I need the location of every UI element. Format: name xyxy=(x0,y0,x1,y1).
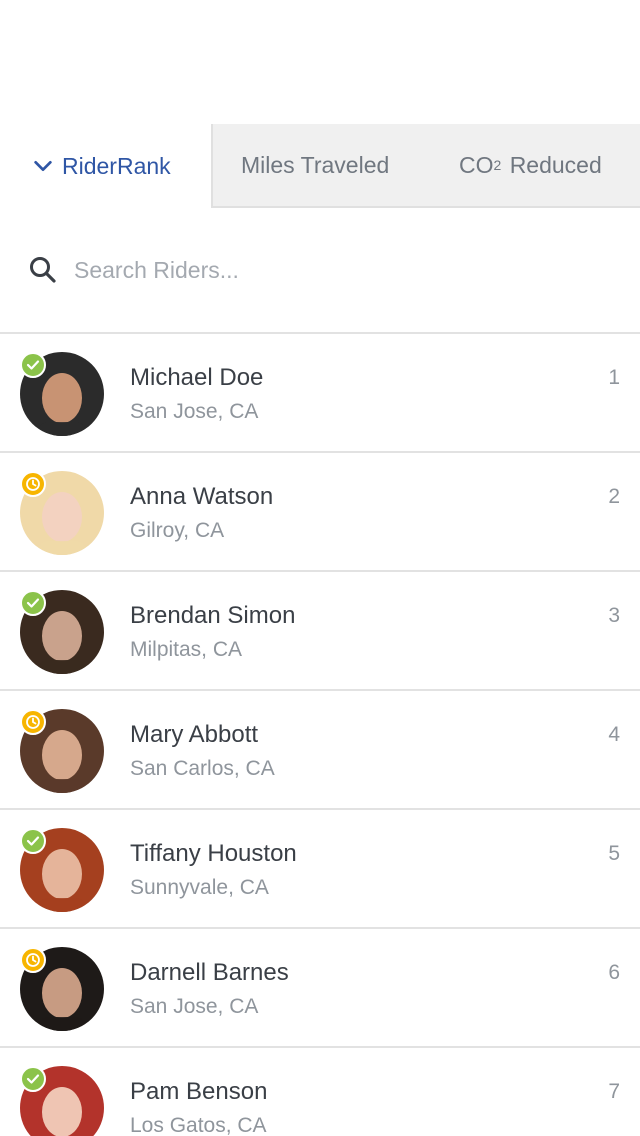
list-item[interactable]: Brendan Simon Milpitas, CA 3 xyxy=(0,572,640,691)
tab-co2-prefix: CO xyxy=(459,151,494,178)
tab-co2-suffix: Reduced xyxy=(509,151,602,178)
rider-name: Brendan Simon xyxy=(130,602,296,629)
rider-location: Gilroy, CA xyxy=(130,519,225,542)
search-input[interactable] xyxy=(74,256,594,284)
rider-rank: 3 xyxy=(608,604,620,627)
rider-location: Milpitas, CA xyxy=(130,638,243,661)
clock-icon xyxy=(26,953,40,967)
list-item[interactable]: Darnell Barnes San Jose, CA 6 xyxy=(0,929,640,1048)
tab-rider-rank[interactable]: RiderRank xyxy=(0,124,213,208)
rider-rank: 4 xyxy=(608,723,620,746)
tab-rider-rank-label: RiderRank xyxy=(62,152,171,179)
checkmark-icon xyxy=(26,1074,40,1084)
tab-miles-traveled[interactable]: Miles Traveled xyxy=(213,124,427,208)
rider-name: Darnell Barnes xyxy=(130,959,289,986)
rider-rank: 1 xyxy=(608,366,620,389)
search-bar xyxy=(0,208,640,334)
rider-rank: 5 xyxy=(608,842,620,865)
rider-name: Mary Abbott xyxy=(130,721,259,748)
pending-badge xyxy=(20,709,46,735)
rider-name: Michael Doe xyxy=(130,364,264,391)
tab-co2-reduced[interactable]: CO 2 Reduced xyxy=(427,124,640,208)
list-item[interactable]: Mary Abbott San Carlos, CA 4 xyxy=(0,691,640,810)
rider-rank: 6 xyxy=(608,961,620,984)
rider-list: Michael Doe San Jose, CA 1 Anna Watson Gilro… xyxy=(0,334,640,1136)
rider-location: Los Gatos, CA xyxy=(130,1114,267,1136)
top-spacer xyxy=(0,0,640,124)
pending-badge xyxy=(20,471,46,497)
tab-miles-traveled-label: Miles Traveled xyxy=(241,151,390,178)
verified-badge xyxy=(20,352,46,378)
rider-name: Pam Benson xyxy=(130,1078,268,1105)
rider-location: San Jose, CA xyxy=(130,400,259,423)
rider-location: Sunnyvale, CA xyxy=(130,876,269,899)
rider-rank: 7 xyxy=(608,1080,620,1103)
verified-badge xyxy=(20,828,46,854)
list-item[interactable]: Michael Doe San Jose, CA 1 xyxy=(0,334,640,453)
verified-badge xyxy=(20,590,46,616)
list-item[interactable]: Pam Benson Los Gatos, CA 7 xyxy=(0,1048,640,1136)
rider-name: Anna Watson xyxy=(130,483,274,510)
pending-badge xyxy=(20,947,46,973)
clock-icon xyxy=(26,715,40,729)
search-icon[interactable] xyxy=(28,255,58,285)
rider-rank: 2 xyxy=(608,485,620,508)
verified-badge xyxy=(20,1066,46,1092)
checkmark-icon xyxy=(26,836,40,846)
checkmark-icon xyxy=(26,598,40,608)
rider-location: San Carlos, CA xyxy=(130,757,275,780)
rider-location: San Jose, CA xyxy=(130,995,259,1018)
list-item[interactable]: Tiffany Houston Sunnyvale, CA 5 xyxy=(0,810,640,929)
checkmark-icon xyxy=(26,360,40,370)
leaderboard-tabs: RiderRank Miles Traveled CO 2 Reduced xyxy=(0,124,640,208)
tab-co2-subscript: 2 xyxy=(493,157,502,173)
chevron-down-icon xyxy=(34,160,52,172)
rider-name: Tiffany Houston xyxy=(130,840,297,867)
clock-icon xyxy=(26,477,40,491)
list-item[interactable]: Anna Watson Gilroy, CA 2 xyxy=(0,453,640,572)
